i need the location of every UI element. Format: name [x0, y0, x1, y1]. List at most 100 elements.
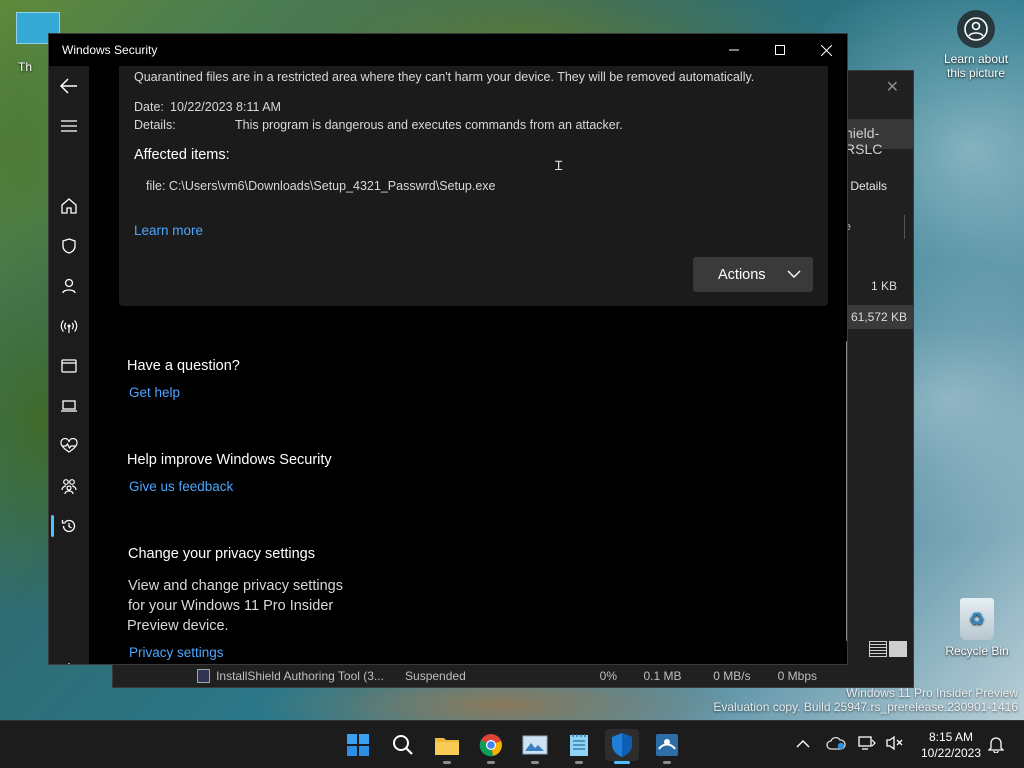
history-icon — [61, 519, 76, 533]
sidebar-item-virus-protection[interactable] — [53, 230, 85, 262]
tab-details[interactable]: Details — [850, 179, 887, 193]
taskbar-installshield[interactable] — [650, 729, 684, 764]
network-icon — [858, 735, 876, 750]
menu-button[interactable] — [53, 110, 85, 142]
sidebar-item-account-protection[interactable] — [53, 270, 85, 302]
affected-items-heading: Affected items: — [134, 147, 230, 163]
installshield-process-icon — [197, 669, 211, 683]
maximize-icon — [775, 45, 785, 55]
notepad-icon — [570, 734, 588, 756]
sidebar-item-home[interactable] — [53, 190, 85, 222]
date-value: 10/22/2023 8:11 AM — [170, 100, 281, 114]
network-tray-button[interactable] — [858, 735, 882, 756]
bg-window-title-fragment: hield-RSLC — [845, 119, 913, 157]
maximize-button[interactable] — [757, 34, 803, 66]
taskbar-photos[interactable] — [518, 729, 552, 764]
improve-heading: Help improve Windows Security — [127, 452, 332, 468]
sidebar-item-device-security[interactable] — [53, 390, 85, 422]
clock-date: 10/22/2023 — [920, 746, 982, 760]
chevron-down-icon — [787, 270, 801, 278]
privacy-settings-link[interactable]: Privacy settings — [129, 645, 224, 660]
bg-row-size-selected[interactable]: 61,572 KB — [845, 305, 913, 329]
chrome-icon — [479, 734, 502, 757]
laptop-icon — [61, 400, 77, 412]
close-button[interactable] — [803, 34, 847, 66]
taskbar-file-explorer[interactable] — [430, 729, 464, 764]
file-explorer-icon — [435, 738, 459, 755]
bg-row-size: 1 KB — [870, 279, 897, 293]
privacy-heading: Change your privacy settings — [128, 546, 315, 562]
installshield-icon — [656, 734, 678, 756]
bell-icon — [987, 737, 1005, 754]
shield-icon — [62, 238, 76, 254]
sidebar-item-app-browser-control[interactable] — [53, 350, 85, 382]
running-indicator — [531, 761, 539, 764]
get-help-link[interactable]: Get help — [129, 385, 180, 400]
date-label: Date: — [134, 100, 164, 114]
notifications-button[interactable] — [987, 735, 1005, 758]
affected-file-path: file: C:\Users\vm6\Downloads\Setup_4321_… — [146, 179, 496, 193]
learn-about-picture-shortcut[interactable]: Learn about this picture — [938, 10, 1014, 80]
process-cpu: 0% — [599, 669, 617, 683]
windows-security-window[interactable]: Windows Security Quarantined files are i… — [48, 33, 848, 665]
sidebar-item-protection-history[interactable] — [53, 510, 85, 542]
actions-dropdown-button[interactable]: Actions — [693, 257, 813, 292]
show-hidden-icons-button[interactable] — [796, 736, 816, 754]
taskbar-clock[interactable]: 8:15 AM 10/22/2023 — [912, 729, 990, 761]
family-icon — [61, 479, 77, 494]
recycle-bin-icon: ♻ — [960, 598, 994, 640]
taskbar-windows-security[interactable] — [605, 729, 639, 764]
details-view-icon[interactable] — [869, 641, 887, 657]
quarantine-description: Quarantined files are in a restricted ar… — [134, 70, 755, 84]
search-button[interactable] — [386, 729, 420, 761]
details-value: This program is dangerous and executes c… — [235, 118, 623, 132]
actions-label: Actions — [718, 266, 766, 283]
process-network: 0 Mbps — [777, 669, 817, 683]
app-window-icon — [61, 359, 77, 373]
title-bar[interactable]: Windows Security — [49, 34, 847, 66]
home-icon — [61, 198, 77, 214]
onedrive-tray-button[interactable] — [826, 736, 850, 755]
main-content: Quarantined files are in a restricted ar… — [89, 66, 847, 664]
system-tray — [796, 721, 910, 768]
recycle-bin-shortcut[interactable]: ♻ Recycle Bin — [942, 598, 1012, 658]
privacy-description-line3: Preview device. — [127, 618, 229, 634]
taskbar-notepad[interactable] — [562, 729, 596, 764]
bg-close-icon[interactable]: ✕ — [886, 77, 899, 97]
active-app-indicator — [614, 761, 630, 764]
sidebar-item-family-options[interactable] — [53, 470, 85, 502]
compact-view-icon[interactable] — [889, 641, 907, 657]
windows-security-icon — [612, 733, 632, 757]
running-indicator — [663, 761, 671, 764]
process-name: InstallShield Authoring Tool (3... — [216, 669, 384, 683]
running-indicator — [575, 761, 583, 764]
sidebar-item-settings[interactable] — [53, 654, 85, 664]
minimize-button[interactable] — [711, 34, 757, 66]
process-memory: 0.1 MB — [643, 669, 682, 683]
taskbar-chrome[interactable] — [474, 729, 508, 764]
start-icon — [347, 734, 369, 756]
running-indicator — [487, 761, 495, 764]
gear-icon — [68, 663, 70, 664]
sidebar-item-device-health[interactable] — [53, 430, 85, 462]
close-icon — [820, 44, 832, 56]
start-button[interactable] — [341, 729, 375, 761]
photos-icon — [522, 735, 548, 755]
chevron-up-icon — [796, 740, 810, 748]
give-feedback-link[interactable]: Give us feedback — [129, 479, 233, 494]
navigation-sidebar — [49, 66, 89, 664]
speaker-muted-icon — [886, 735, 903, 750]
minimize-icon — [729, 49, 739, 51]
back-button[interactable] — [53, 70, 85, 102]
back-arrow-icon — [60, 78, 77, 94]
process-row[interactable]: InstallShield Authoring Tool (3... Suspe… — [197, 665, 817, 687]
window-title: Windows Security — [62, 43, 158, 57]
vertical-scrollbar[interactable] — [846, 341, 847, 641]
volume-tray-button[interactable] — [886, 735, 910, 756]
learn-more-link[interactable]: Learn more — [134, 223, 203, 238]
sidebar-item-firewall[interactable] — [53, 310, 85, 342]
person-icon — [62, 278, 76, 294]
taskbar: 8:15 AM 10/22/2023 — [0, 720, 1024, 768]
privacy-description-line1: View and change privacy settings — [128, 578, 343, 594]
heart-pulse-icon — [60, 438, 78, 453]
